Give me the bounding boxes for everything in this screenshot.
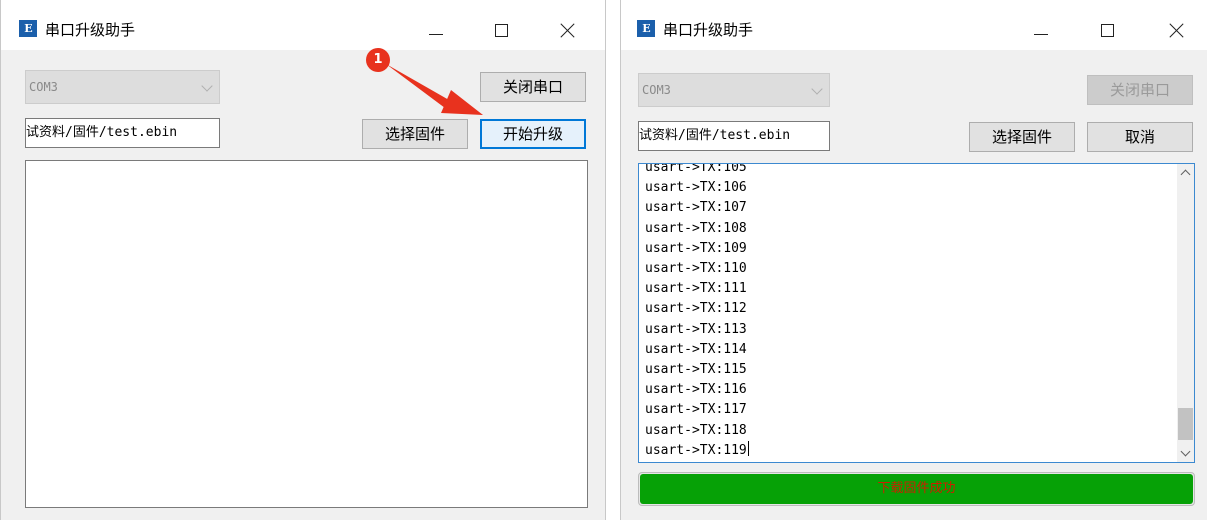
log-line: usart->TX:116 xyxy=(645,382,747,398)
port-select-value: COM3 xyxy=(29,80,58,94)
log-line: usart->TX:115 xyxy=(645,362,747,378)
close-port-button: 关闭串口 xyxy=(1087,75,1193,105)
right-title-bar: E 串口升级助手 xyxy=(621,0,1207,50)
log-scrollbar[interactable] xyxy=(1177,164,1194,462)
minimize-icon xyxy=(429,34,443,35)
scroll-down-icon[interactable] xyxy=(1177,445,1194,462)
log-line: usart->TX:119 xyxy=(645,440,749,458)
scroll-up-icon[interactable] xyxy=(1177,164,1194,181)
log-line: usart->TX:108 xyxy=(645,220,747,236)
close-icon xyxy=(561,23,575,37)
log-output[interactable]: usart->TX:105 usart->TX:106 usart->TX:107… xyxy=(638,163,1195,463)
maximize-button[interactable] xyxy=(1086,12,1130,48)
log-line: usart->TX:106 xyxy=(645,180,747,196)
left-app-window: E 串口升级助手 COM3 关闭串口 试资料/固件/test.ebin 选择固件… xyxy=(0,0,606,520)
right-app-window: E 串口升级助手 COM3 关闭串口 试资料/固件/test.ebin 选择固件… xyxy=(620,0,1207,520)
close-window-button[interactable] xyxy=(546,12,590,48)
select-firmware-button[interactable]: 选择固件 xyxy=(362,119,468,149)
port-select-value: COM3 xyxy=(642,83,671,97)
firmware-path-field[interactable]: 试资料/固件/test.ebin xyxy=(25,118,220,148)
log-line: usart->TX:114 xyxy=(645,341,747,357)
window-title: 串口升级助手 xyxy=(45,21,136,39)
scroll-thumb[interactable] xyxy=(1178,408,1193,440)
minimize-icon xyxy=(1034,34,1048,35)
dropdown-arrow-icon xyxy=(201,80,213,92)
app-logo-icon: E xyxy=(19,20,37,37)
log-line: usart->TX:118 xyxy=(645,422,747,438)
window-gap xyxy=(606,0,620,520)
close-port-button[interactable]: 关闭串口 xyxy=(480,72,586,102)
log-line: usart->TX:110 xyxy=(645,261,747,277)
minimize-button[interactable] xyxy=(414,12,458,48)
log-line: usart->TX:109 xyxy=(645,240,747,256)
text-caret xyxy=(747,440,749,456)
port-select[interactable]: COM3 xyxy=(25,70,220,104)
log-line: usart->TX:117 xyxy=(645,402,747,418)
log-line: usart->TX:107 xyxy=(645,200,747,216)
dropdown-arrow-icon xyxy=(811,83,823,95)
close-window-button[interactable] xyxy=(1155,12,1199,48)
left-title-bar: E 串口升级助手 xyxy=(1,0,605,50)
log-lines: usart->TX:105 usart->TX:106 usart->TX:107… xyxy=(645,163,749,461)
maximize-icon xyxy=(1101,24,1114,37)
maximize-icon xyxy=(495,24,508,37)
log-line: usart->TX:111 xyxy=(645,281,747,297)
log-line: usart->TX:112 xyxy=(645,301,747,317)
upgrade-progress-bar: 下载固件成功 xyxy=(638,472,1195,506)
port-select: COM3 xyxy=(638,73,830,107)
app-logo-icon: E xyxy=(637,20,655,37)
start-upgrade-button[interactable]: 开始升级 xyxy=(480,119,586,149)
minimize-button[interactable] xyxy=(1019,12,1063,48)
select-firmware-button[interactable]: 选择固件 xyxy=(969,122,1075,152)
step-number-badge: 1 xyxy=(366,48,390,72)
progress-status-text: 下载固件成功 xyxy=(877,481,956,496)
window-title: 串口升级助手 xyxy=(663,21,754,39)
log-output[interactable] xyxy=(25,160,588,508)
log-line: usart->TX:113 xyxy=(645,321,747,337)
close-icon xyxy=(1170,23,1184,37)
cancel-button[interactable]: 取消 xyxy=(1087,122,1193,152)
maximize-button[interactable] xyxy=(480,12,524,48)
firmware-path-field[interactable]: 试资料/固件/test.ebin xyxy=(638,121,830,151)
log-line: usart->TX:105 xyxy=(645,163,747,175)
